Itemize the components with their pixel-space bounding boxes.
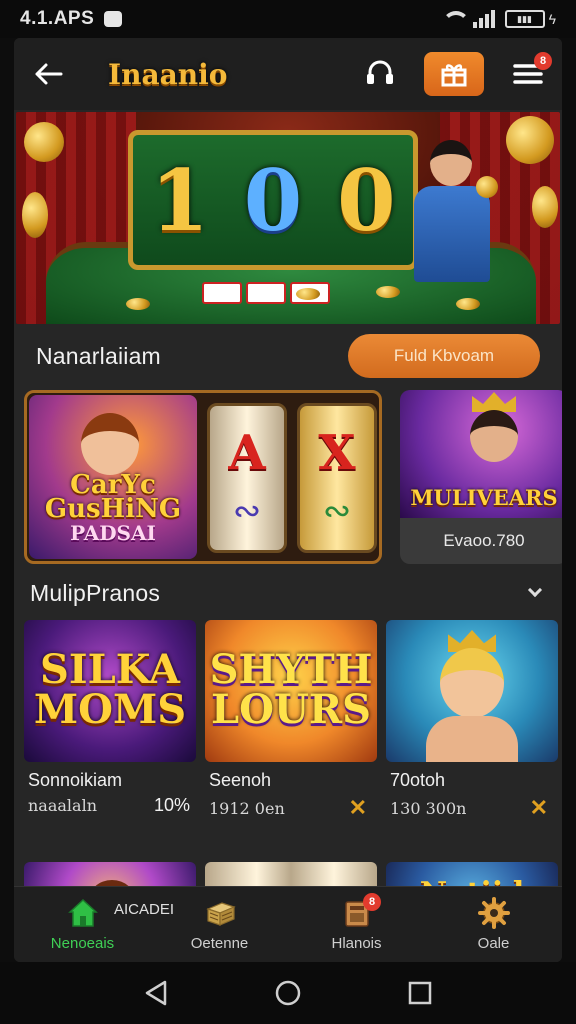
hero-digit: 0 xyxy=(243,150,303,250)
game-logo: MULIVEARS xyxy=(410,485,558,510)
section-header: Nanarlaiiam Fuld Kbvoam xyxy=(14,328,562,384)
back-arrow-icon xyxy=(35,63,63,85)
rewards-button[interactable] xyxy=(424,52,484,96)
game-meta-text: naaalaln xyxy=(28,796,97,815)
game-thumbnail: SHYTH LOURS xyxy=(205,620,377,762)
app-title: Inaanio xyxy=(108,57,228,91)
game-caption: Evaoo.780 xyxy=(400,518,562,564)
system-back-icon[interactable] xyxy=(143,979,169,1007)
gold-coin-icon xyxy=(506,116,554,164)
featured-game-card[interactable]: CarYc GusHiNG PADSAI A ∾ X ∾ xyxy=(24,390,382,564)
game-card[interactable]: SHYTH LOURS Seenoh 1912 0en ✕ xyxy=(205,620,377,821)
slot-reel: A ∾ xyxy=(207,403,287,553)
game-name: 70otoh xyxy=(390,770,446,790)
headset-icon xyxy=(367,60,393,84)
game-logo: SILKA MOMS xyxy=(33,646,187,733)
chevron-down-icon[interactable] xyxy=(527,582,543,598)
notification-icon xyxy=(104,11,123,27)
hero-digit: 1 xyxy=(150,150,209,250)
signal-icon xyxy=(472,10,495,28)
close-icon[interactable]: ✕ xyxy=(349,795,367,821)
wifi-icon xyxy=(441,11,470,27)
game-card[interactable]: 70otoh 130 300n ✕ xyxy=(386,620,558,821)
reel-squiggle-icon: ∾ xyxy=(322,492,352,530)
featured-game-card[interactable]: MULIVEARS Evaoo.780 xyxy=(400,390,562,564)
nav-label: Nenoeais xyxy=(50,935,115,952)
cash-stack-icon xyxy=(205,902,236,926)
game-logo: SHYTH LOURS xyxy=(209,646,373,733)
app-window: Inaanio 8 1 0 0 Nanarlaiiam Fuld Kbvoam … xyxy=(14,38,562,962)
status-bar: 4.1.APS ▮▮▮ ϟ xyxy=(0,0,576,38)
system-recents-icon[interactable] xyxy=(407,980,433,1006)
reel-symbol: A xyxy=(228,425,266,481)
game-thumbnail xyxy=(386,620,558,762)
home-icon xyxy=(67,898,98,927)
crown-icon xyxy=(472,392,516,412)
nav-item-home[interactable]: Nenoeais xyxy=(14,887,151,962)
nav-label: Oale xyxy=(477,935,510,952)
hero-slot-reels: 1 0 0 xyxy=(128,130,418,270)
nav-item-settings[interactable]: Oale xyxy=(425,887,562,962)
nav-label: Oetenne xyxy=(190,935,249,952)
gold-coin-icon xyxy=(456,298,480,310)
find-more-button[interactable]: Fuld Kbvoam xyxy=(348,334,540,378)
game-logo: CarYc GusHiNG PADSAI xyxy=(35,470,191,545)
gold-coin-icon xyxy=(126,298,150,310)
reel-symbol: X xyxy=(318,425,356,481)
game-meta-text: 1912 0en xyxy=(209,798,285,818)
bottom-navigation: AICADEI Nenoeais Oetenne 8 Hlanois Oale xyxy=(14,886,562,962)
top-bar: Inaanio 8 xyxy=(14,38,562,110)
gift-icon xyxy=(441,64,467,87)
notification-badge: 8 xyxy=(363,893,381,911)
close-icon[interactable]: ✕ xyxy=(530,795,548,821)
game-meta-text: 130 300n xyxy=(390,798,467,818)
gear-icon xyxy=(477,897,510,929)
section-title: Nanarlaiiam xyxy=(36,342,161,369)
section-title: MulipPranos xyxy=(30,579,161,606)
featured-row: CarYc GusHiNG PADSAI A ∾ X ∾ MULIVEARS E… xyxy=(24,390,562,564)
section-header[interactable]: MulipPranos xyxy=(14,570,562,616)
slot-reel: X ∾ xyxy=(297,403,377,553)
reel-squiggle-icon: ∾ xyxy=(232,492,262,530)
status-time: 4.1.APS xyxy=(20,8,95,29)
game-logo-text: CarYc GusHiNG xyxy=(44,470,182,524)
gold-coin-icon xyxy=(376,286,400,298)
nav-item-wallet[interactable]: Oetenne xyxy=(151,887,288,962)
notification-badge: 8 xyxy=(534,52,552,70)
game-thumbnail: MULIVEARS xyxy=(400,390,562,518)
nav-item-inbox[interactable]: 8 Hlanois xyxy=(288,887,425,962)
character-face xyxy=(440,648,504,718)
game-meta: 1912 0en ✕ xyxy=(205,795,377,821)
character-body xyxy=(426,716,518,762)
nav-label: Hlanois xyxy=(331,935,382,952)
game-percent: 10% xyxy=(153,795,190,815)
game-thumbnail: SILKA MOMS xyxy=(24,620,196,762)
hero-character xyxy=(404,132,500,282)
game-thumbnail: CarYc GusHiNG PADSAI xyxy=(29,395,197,559)
gold-coin-icon xyxy=(22,192,48,238)
gold-coin-icon xyxy=(24,122,64,162)
hero-banner[interactable]: 1 0 0 xyxy=(16,112,560,324)
gold-coin-icon xyxy=(532,186,558,228)
battery-icon: ▮▮▮ ϟ xyxy=(504,10,556,28)
game-logo-subtext: PADSAI xyxy=(70,521,156,545)
game-card[interactable]: SILKA MOMS Sonnoikiam naaalaln 10% xyxy=(24,620,196,816)
game-name: Seenoh xyxy=(209,770,272,790)
back-button[interactable] xyxy=(28,54,68,94)
system-navigation-bar xyxy=(0,962,576,1024)
game-meta: 130 300n ✕ xyxy=(386,795,558,821)
support-button[interactable] xyxy=(360,54,400,94)
gold-coin-icon xyxy=(476,176,498,198)
hero-digit: 0 xyxy=(337,150,396,250)
game-meta: naaalaln 10% xyxy=(24,795,196,816)
gold-coin-icon xyxy=(296,288,320,300)
menu-button[interactable]: 8 xyxy=(508,52,552,94)
game-name: Sonnoikiam xyxy=(28,770,123,790)
system-home-icon[interactable] xyxy=(274,979,302,1007)
